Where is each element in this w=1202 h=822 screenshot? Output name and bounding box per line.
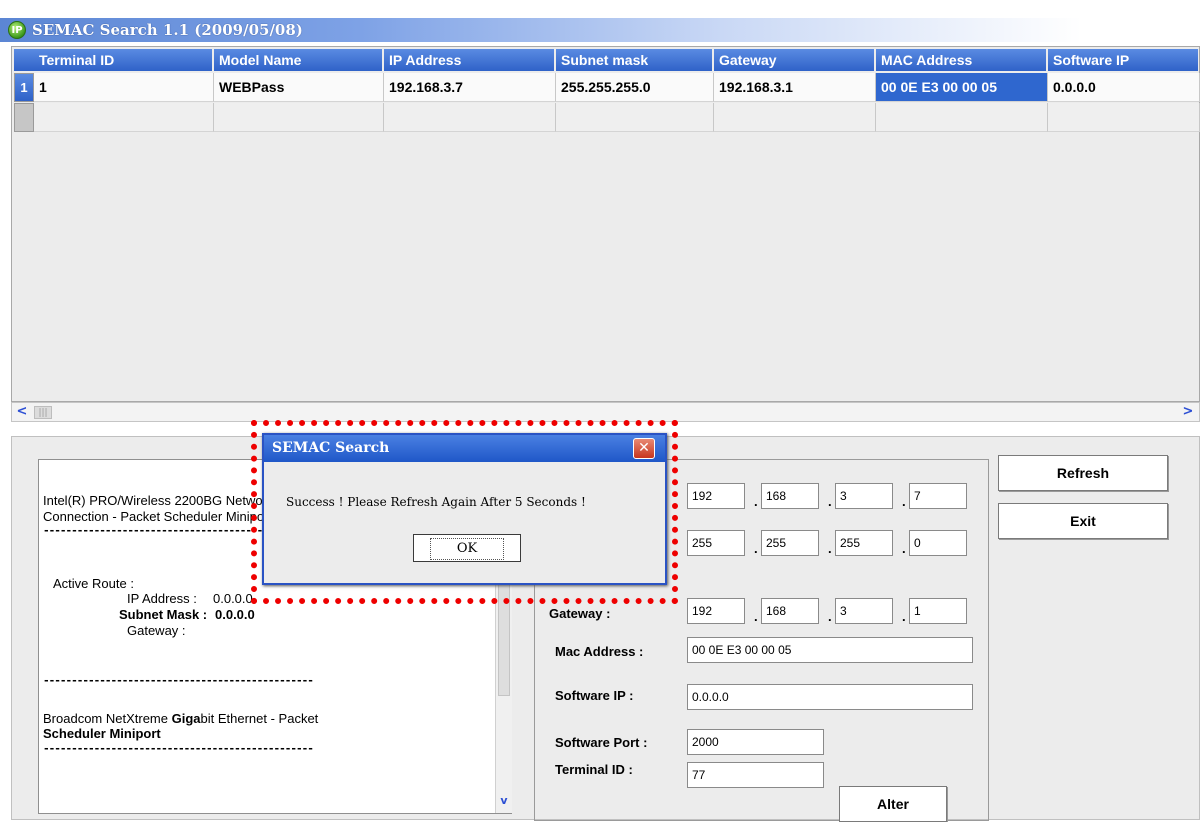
- route-ip-label: IP Address :: [127, 591, 197, 606]
- success-dialog: SEMAC Search ✕ Success ! Please Refresh …: [262, 433, 667, 585]
- row-header-1[interactable]: 1: [14, 73, 34, 102]
- device-grid[interactable]: Terminal ID Model Name IP Address Subnet…: [11, 46, 1200, 402]
- row-header-new[interactable]: [14, 103, 34, 132]
- route-mask-label: Subnet Mask :: [119, 607, 208, 622]
- alter-button[interactable]: Alter: [839, 786, 947, 822]
- gateway-dot: .: [828, 609, 832, 624]
- terminal-id-label: Terminal ID :: [555, 762, 633, 777]
- column-header-model-name[interactable]: Model Name: [214, 49, 382, 71]
- ip-dot: .: [754, 494, 758, 509]
- cell-empty[interactable]: [214, 103, 384, 132]
- cell-software-ip[interactable]: 0.0.0.0: [1048, 73, 1200, 102]
- ip-octet-2[interactable]: [761, 483, 819, 509]
- dialog-message: Success ! Please Refresh Again After 5 S…: [286, 495, 586, 509]
- ok-button-label: OK: [429, 538, 505, 560]
- cell-empty[interactable]: [714, 103, 876, 132]
- grid-corner: [14, 49, 34, 71]
- ok-button[interactable]: OK: [413, 534, 521, 562]
- close-icon[interactable]: ✕: [633, 438, 655, 459]
- scroll-right-icon[interactable]: >: [1180, 405, 1196, 420]
- scroll-thumb[interactable]: |||: [34, 406, 52, 419]
- dialog-title: SEMAC Search: [272, 440, 390, 456]
- refresh-button[interactable]: Refresh: [998, 455, 1168, 491]
- separator: ----------------------------------------…: [43, 742, 314, 755]
- ip-dot: .: [828, 494, 832, 509]
- mask-dot: .: [828, 541, 832, 556]
- mac-address-label: Mac Address :: [555, 644, 644, 659]
- gateway-dot: .: [754, 609, 758, 624]
- gateway-octet-2[interactable]: [761, 598, 819, 624]
- separator: ----------------------------------------…: [43, 674, 314, 687]
- cell-empty[interactable]: [384, 103, 556, 132]
- column-header-gateway[interactable]: Gateway: [714, 49, 874, 71]
- cell-ip-address[interactable]: 192.168.3.7: [384, 73, 556, 102]
- mask-octet-3[interactable]: [835, 530, 893, 556]
- scroll-down-icon[interactable]: v: [498, 794, 510, 808]
- column-header-terminal-id[interactable]: Terminal ID: [34, 49, 212, 71]
- exit-button[interactable]: Exit: [998, 503, 1168, 539]
- ip-dot: .: [902, 494, 906, 509]
- software-port-field[interactable]: 2000: [687, 729, 824, 755]
- ip-octet-1[interactable]: [687, 483, 745, 509]
- ip-octet-3[interactable]: [835, 483, 893, 509]
- cell-mac-address[interactable]: 00 0E E3 00 00 05: [876, 73, 1048, 102]
- adapter2-name-line1: Broadcom NetXtreme Gigabit Ethernet - Pa…: [43, 711, 319, 726]
- cell-empty[interactable]: [34, 103, 214, 132]
- window-title: SEMAC Search 1.1 (2009/05/08): [32, 21, 303, 39]
- column-header-ip-address[interactable]: IP Address: [384, 49, 554, 71]
- dialog-title-bar: SEMAC Search ✕: [264, 435, 665, 462]
- software-port-label: Software Port :: [555, 735, 648, 750]
- column-header-mac-address[interactable]: MAC Address: [876, 49, 1046, 71]
- adapter1-name-line2: Connection - Packet Scheduler Miniport: [43, 509, 273, 524]
- app-globe-icon: IP: [8, 21, 26, 39]
- title-bar: IP SEMAC Search 1.1 (2009/05/08): [0, 18, 1202, 42]
- gateway-octet-3[interactable]: [835, 598, 893, 624]
- scroll-left-icon[interactable]: <: [14, 405, 30, 420]
- software-ip-field[interactable]: 0.0.0.0: [687, 684, 973, 710]
- terminal-id-field[interactable]: 77: [687, 762, 824, 788]
- route-gateway-label: Gateway :: [127, 623, 186, 638]
- active-route-label: Active Route :: [53, 576, 134, 591]
- cell-gateway[interactable]: 192.168.3.1: [714, 73, 876, 102]
- cell-model-name[interactable]: WEBPass: [214, 73, 384, 102]
- cell-empty[interactable]: [1048, 103, 1200, 132]
- mask-octet-4[interactable]: [909, 530, 967, 556]
- cell-empty[interactable]: [876, 103, 1048, 132]
- horizontal-scrollbar[interactable]: < ||| >: [11, 402, 1200, 422]
- gateway-dot: .: [902, 609, 906, 624]
- route-ip-value: 0.0.0.0: [213, 591, 253, 606]
- mask-dot: .: [902, 541, 906, 556]
- adapter1-name-line1: Intel(R) PRO/Wireless 2200BG Network: [43, 493, 274, 508]
- gateway-octet-1[interactable]: [687, 598, 745, 624]
- ip-octet-4[interactable]: [909, 483, 967, 509]
- column-header-subnet-mask[interactable]: Subnet mask: [556, 49, 712, 71]
- cell-subnet-mask[interactable]: 255.255.255.0: [556, 73, 714, 102]
- mask-octet-2[interactable]: [761, 530, 819, 556]
- gateway-label: Gateway :: [549, 606, 611, 621]
- mask-octet-1[interactable]: [687, 530, 745, 556]
- gateway-octet-4[interactable]: [909, 598, 967, 624]
- route-mask-value: 0.0.0.0: [215, 607, 255, 622]
- software-ip-label: Software IP :: [555, 688, 634, 703]
- mask-dot: .: [754, 541, 758, 556]
- mac-address-field[interactable]: 00 0E E3 00 00 05: [687, 637, 973, 663]
- cell-terminal-id[interactable]: 1: [34, 73, 214, 102]
- cell-empty[interactable]: [556, 103, 714, 132]
- adapter2-name-line2: Scheduler Miniport: [43, 726, 161, 741]
- column-header-software-ip[interactable]: Software IP: [1048, 49, 1198, 71]
